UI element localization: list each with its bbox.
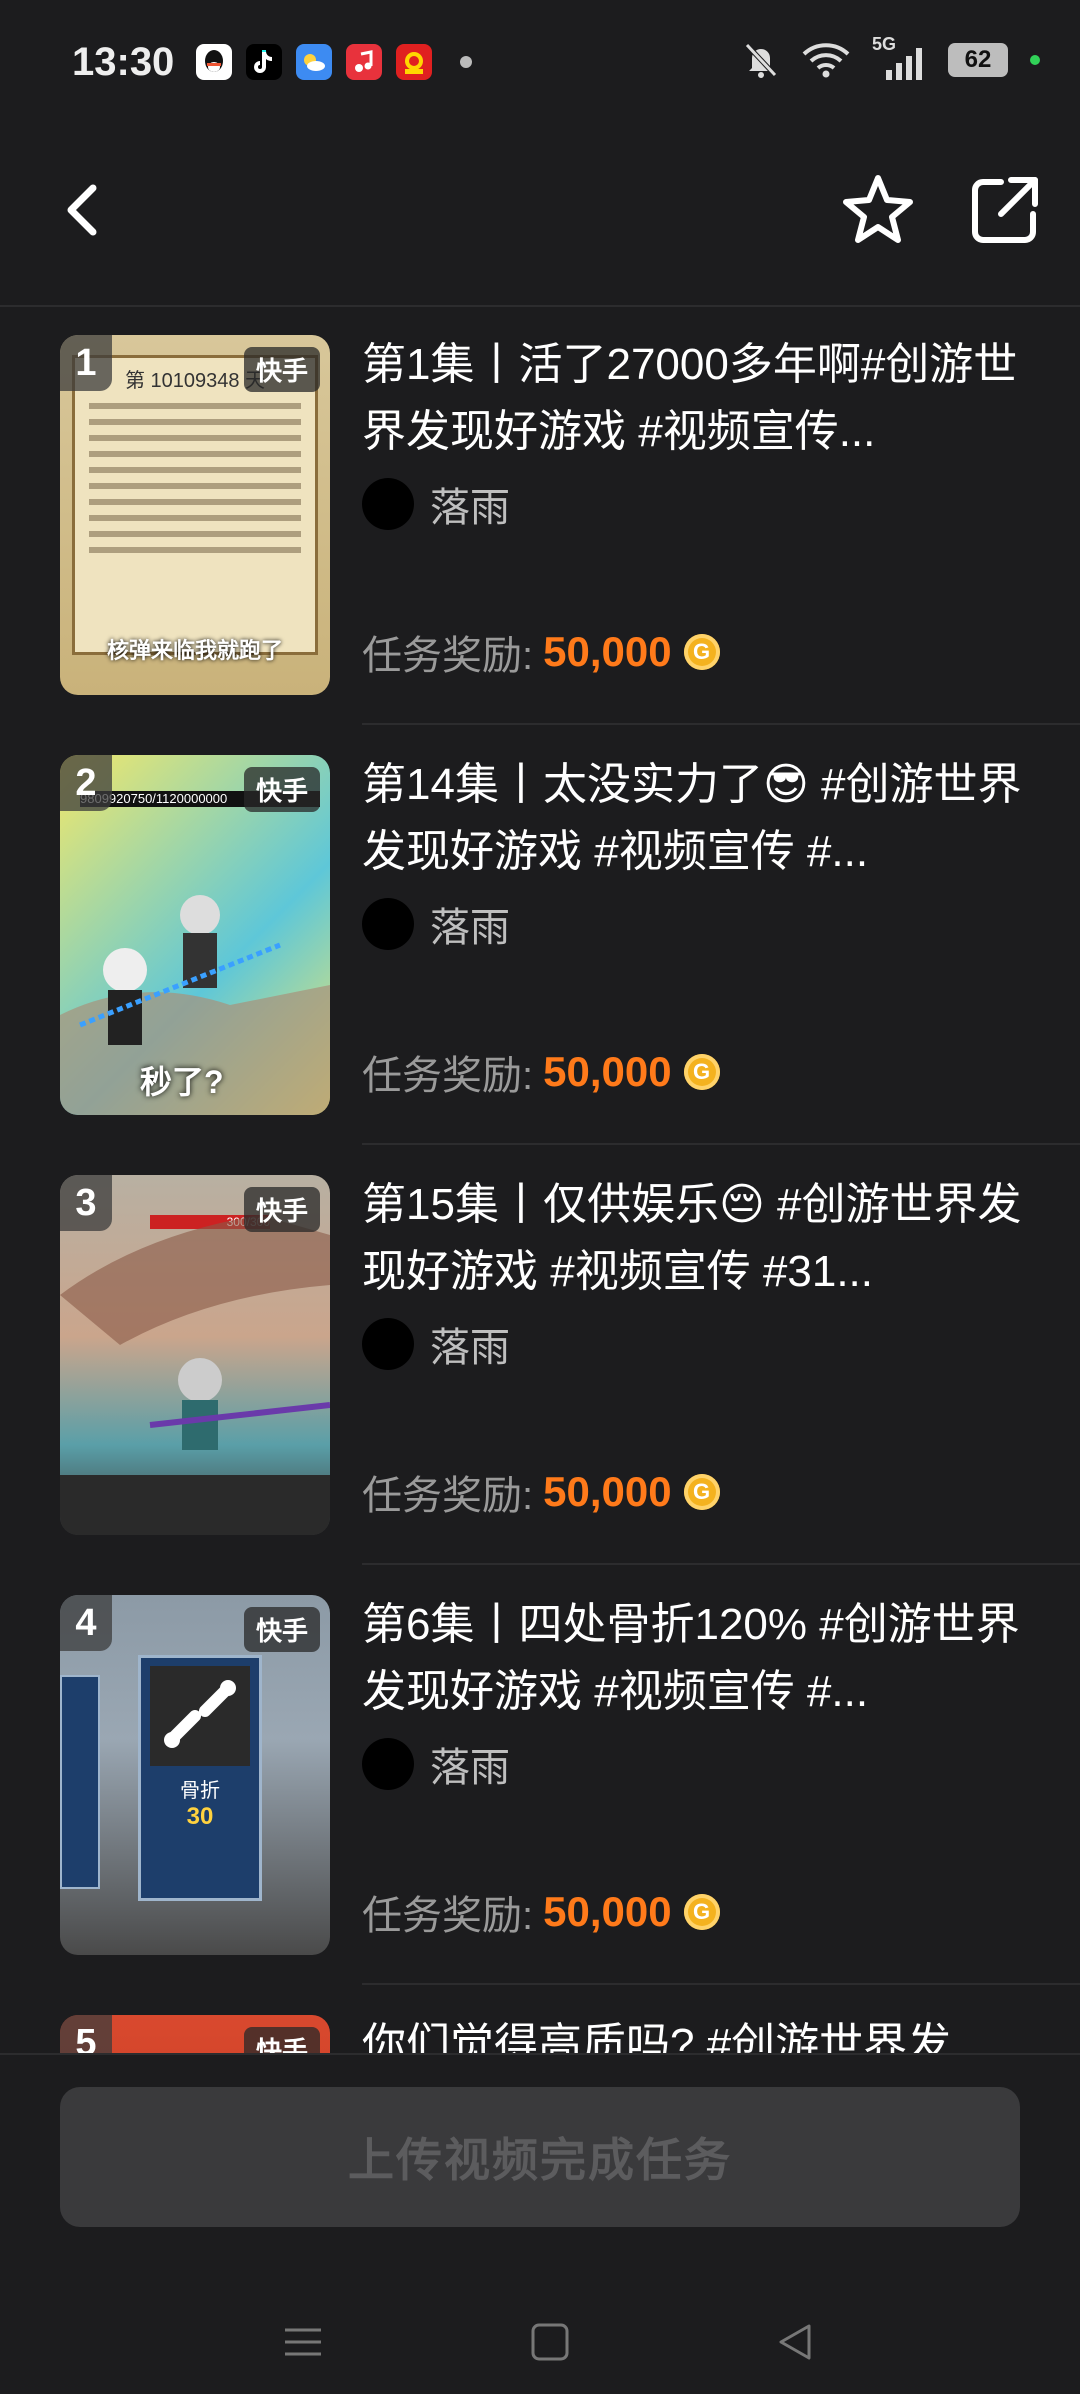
avatar: [362, 1738, 414, 1790]
rank-badge: 2: [60, 755, 112, 811]
avatar: [362, 478, 414, 530]
video-thumbnail[interactable]: 5 快手: [60, 2015, 330, 2053]
coin-icon: G: [683, 1054, 720, 1090]
music-icon: [346, 44, 382, 80]
reward-label: 任务奖励:: [362, 1054, 534, 1098]
privacy-dot: [1030, 55, 1040, 65]
reward-label: 任务奖励:: [362, 1474, 534, 1518]
top-nav-bar: [0, 130, 1080, 307]
platform-badge: 快手: [243, 2027, 320, 2053]
rank-badge: 1: [60, 335, 112, 391]
reward-row: 任务奖励: 50,000 G: [362, 623, 720, 681]
system-nav-bar: [0, 2310, 1080, 2380]
reward-row: 任务奖励: 50,000 G: [362, 1463, 720, 1521]
douyin-icon: [246, 44, 282, 80]
author-row[interactable]: 落雨: [362, 1735, 510, 1793]
reward-value: 50,000: [543, 628, 672, 675]
video-title[interactable]: 第14集丨太没实力了😎 #创游世界发现好游戏 #视频宣传 #...: [362, 751, 1022, 885]
star-icon[interactable]: [838, 170, 918, 250]
thumbnail-caption: 核弹来临我就跑了: [106, 638, 283, 663]
avatar: [362, 1318, 414, 1370]
status-time: 13:30: [72, 40, 175, 84]
status-bar: 13:30 5G 62: [0, 0, 1080, 130]
system-icons: 5G 62: [742, 34, 1040, 80]
reward-value: 50,000: [543, 1888, 672, 1935]
author-name: 落雨: [430, 1326, 510, 1370]
list-item[interactable]: 骨折 30 4 快手 第6集丨四处骨折120% #创游世界发现好游戏 #视频宣传…: [0, 1565, 1080, 1985]
wifi-icon: [802, 43, 850, 78]
video-task-list: 第 10109348 天 核弹来临我就跑了 1 快手 第1集丨活了27000多年…: [0, 305, 1080, 2053]
qq-icon: [196, 44, 232, 80]
rank-badge: 5: [60, 2015, 112, 2053]
video-thumbnail[interactable]: 9809920750/1120000000 秒了? 2 快手: [60, 755, 330, 1115]
list-item[interactable]: 第 10109348 天 核弹来临我就跑了 1 快手 第1集丨活了27000多年…: [0, 305, 1080, 725]
more-notifications-dot: [460, 56, 472, 68]
thumbnail-text: 骨折: [180, 1780, 220, 1802]
shopping-icon: [396, 44, 432, 80]
platform-badge: 快手: [243, 347, 320, 392]
avatar: [362, 898, 414, 950]
video-thumbnail[interactable]: 300/300 3 快手: [60, 1175, 330, 1535]
bottom-action-area: 上传视频完成任务: [0, 2053, 1080, 2394]
thumbnail-caption: 30: [186, 1803, 214, 1830]
reward-label: 任务奖励:: [362, 634, 534, 678]
reward-label: 任务奖励:: [362, 1894, 534, 1938]
share-icon[interactable]: [965, 170, 1045, 250]
list-item[interactable]: 300/300 3 快手 第15集丨仅供娱乐😔 #创游世界发现好游戏 #视频宣传…: [0, 1145, 1080, 1565]
video-title[interactable]: 你们觉得高质吗? #创游世界发: [362, 2011, 1022, 2053]
platform-badge: 快手: [243, 767, 320, 812]
coin-icon: G: [683, 1474, 720, 1510]
video-thumbnail[interactable]: 第 10109348 天 核弹来临我就跑了 1 快手: [60, 335, 330, 695]
back-triangle-icon[interactable]: [775, 2322, 815, 2367]
mute-icon: [745, 43, 777, 78]
video-title[interactable]: 第6集丨四处骨折120% #创游世界发现好游戏 #视频宣传 #...: [362, 1591, 1022, 1725]
thumbnail-scroll-art: 第 10109348 天: [72, 355, 318, 655]
rank-badge: 3: [60, 1175, 112, 1231]
thumbnail-caption: 秒了?: [140, 1064, 224, 1100]
video-thumbnail[interactable]: 骨折 30 4 快手: [60, 1595, 330, 1955]
reward-value: 50,000: [543, 1468, 672, 1515]
author-name: 落雨: [430, 1746, 510, 1790]
coin-icon: G: [683, 1894, 720, 1930]
thumbnail-panel: 骨折 30: [138, 1655, 262, 1901]
author-row[interactable]: 落雨: [362, 475, 510, 533]
platform-badge: 快手: [243, 1187, 320, 1232]
reward-row: 任务奖励: 50,000 G: [362, 1043, 720, 1101]
author-name: 落雨: [430, 486, 510, 530]
battery-indicator: 62: [948, 43, 1008, 77]
upload-video-button[interactable]: 上传视频完成任务: [60, 2087, 1020, 2227]
video-title[interactable]: 第1集丨活了27000多年啊#创游世界发现好游戏 #视频宣传...: [362, 331, 1022, 465]
notification-icons: [196, 44, 472, 80]
chevron-left-icon[interactable]: [55, 170, 115, 250]
weather-icon: [296, 44, 332, 80]
rank-badge: 4: [60, 1595, 112, 1651]
reward-row: 任务奖励: 50,000 G: [362, 1883, 720, 1941]
home-icon[interactable]: [530, 2322, 570, 2367]
author-row[interactable]: 落雨: [362, 1315, 510, 1373]
list-item[interactable]: 9809920750/1120000000 秒了? 2 快手 第14集丨太没实力…: [0, 725, 1080, 1145]
author-row[interactable]: 落雨: [362, 895, 510, 953]
list-item[interactable]: 5 快手 你们觉得高质吗? #创游世界发: [0, 1985, 1080, 2053]
author-name: 落雨: [430, 906, 510, 950]
coin-icon: G: [683, 634, 720, 670]
reward-value: 50,000: [543, 1048, 672, 1095]
platform-badge: 快手: [243, 1607, 320, 1652]
thumbnail-side-panel: [60, 1675, 100, 1889]
cellular-signal-icon: 5G: [872, 34, 926, 80]
video-title[interactable]: 第15集丨仅供娱乐😔 #创游世界发现好游戏 #视频宣传 #31...: [362, 1171, 1022, 1305]
menu-icon[interactable]: [283, 2322, 323, 2367]
